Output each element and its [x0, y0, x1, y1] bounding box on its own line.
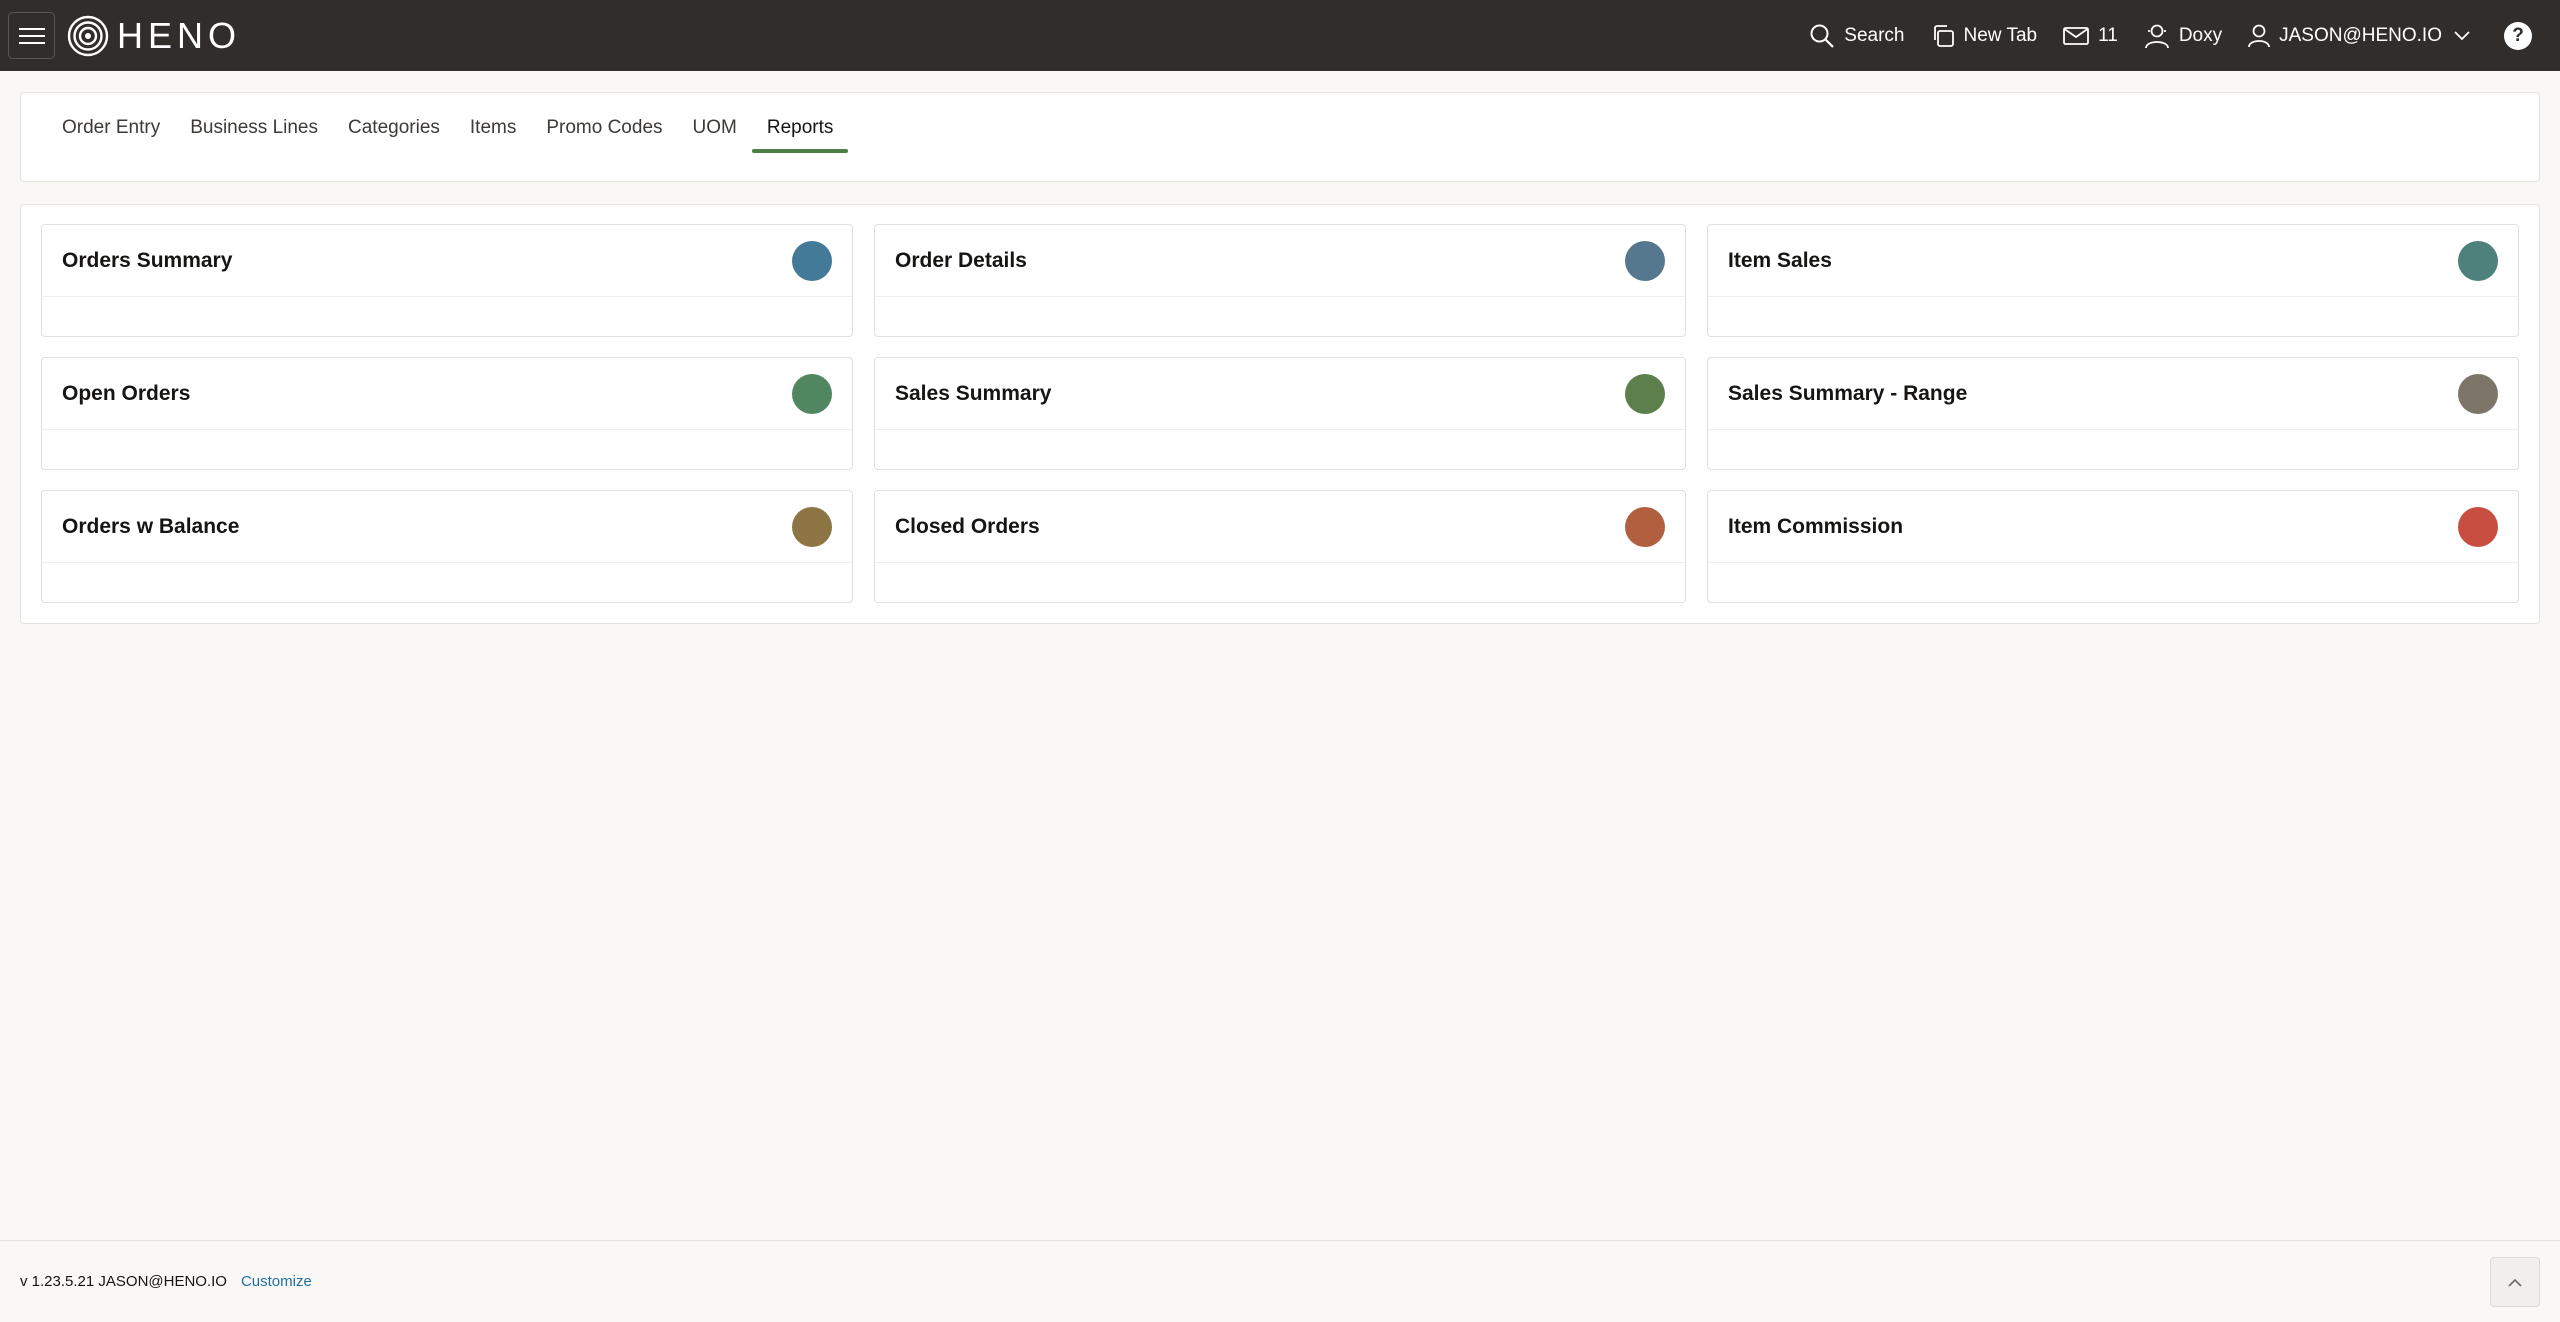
tab-categories[interactable]: Categories — [333, 93, 455, 163]
report-title: Order Details — [895, 248, 1027, 272]
mail-count: 11 — [2098, 24, 2118, 46]
doxy-button[interactable]: Doxy — [2144, 23, 2222, 49]
report-card-order-details[interactable]: Order Details — [874, 224, 1686, 337]
tab-bar: Order Entry Business Lines Categories It… — [20, 92, 2540, 182]
search-icon — [1810, 24, 1835, 48]
tab-uom[interactable]: UOM — [678, 93, 752, 163]
report-card-item-commission[interactable]: Item Commission — [1707, 490, 2519, 603]
search-label: Search — [1844, 24, 1905, 46]
report-card-orders-summary[interactable]: Orders Summary — [41, 224, 853, 337]
report-color-badge — [1625, 506, 1665, 547]
heno-logo-icon — [67, 15, 109, 56]
mail-icon — [2063, 26, 2089, 45]
report-card-sales-summary[interactable]: Sales Summary — [874, 357, 1686, 470]
report-card-open-orders[interactable]: Open Orders — [41, 357, 853, 470]
page-footer: v 1.23.5.21 JASON@HENO.IO Customize — [0, 1240, 2560, 1322]
user-menu-button[interactable]: JASON@HENO.IO — [2248, 24, 2470, 48]
logo-text: HENO — [117, 14, 242, 56]
report-card-item-sales[interactable]: Item Sales — [1707, 224, 2519, 337]
header-actions: Search New Tab 11 Doxy JASON@HENO.IO ? — [1783, 0, 2552, 71]
report-title: Orders w Balance — [62, 514, 240, 538]
report-title: Item Commission — [1728, 514, 1904, 538]
report-color-badge — [792, 240, 832, 281]
hamburger-icon — [18, 27, 45, 44]
doxy-label: Doxy — [2178, 24, 2223, 46]
report-card-sales-summary-range[interactable]: Sales Summary - Range — [1707, 357, 2519, 470]
help-icon[interactable]: ? — [2504, 21, 2532, 50]
report-title: Open Orders — [62, 381, 191, 405]
customize-link[interactable]: Customize — [241, 1273, 312, 1290]
top-header: HENO Search New Tab 11 Doxy JASON@HENO.I… — [0, 0, 2560, 71]
hamburger-menu-button[interactable] — [8, 12, 55, 59]
report-card-orders-w-balance[interactable]: Orders w Balance — [41, 490, 853, 603]
scroll-to-top-button[interactable] — [2490, 1257, 2540, 1307]
report-color-badge — [1625, 240, 1665, 281]
tab-order-entry[interactable]: Order Entry — [47, 93, 175, 163]
app-logo[interactable]: HENO — [67, 15, 241, 57]
report-color-badge — [2458, 240, 2498, 281]
notifications-button[interactable]: 11 — [2063, 25, 2118, 47]
chevron-down-icon — [2454, 30, 2470, 40]
report-title: Item Sales — [1728, 248, 1832, 272]
tab-items[interactable]: Items — [455, 93, 531, 163]
assistant-icon — [2144, 24, 2169, 48]
new-tab-icon — [1933, 24, 1954, 47]
version-text: v 1.23.5.21 JASON@HENO.IO — [20, 1273, 227, 1290]
report-color-badge — [2458, 373, 2498, 414]
user-icon — [2248, 24, 2271, 47]
report-title: Orders Summary — [62, 248, 233, 272]
report-color-badge — [792, 506, 832, 547]
tab-promo-codes[interactable]: Promo Codes — [531, 93, 677, 163]
reports-panel: Orders Summary Order Details Item Sales … — [20, 204, 2540, 624]
new-tab-label: New Tab — [1963, 24, 2038, 46]
tab-business-lines[interactable]: Business Lines — [175, 93, 333, 163]
report-title: Closed Orders — [895, 514, 1040, 538]
search-button[interactable]: Search — [1809, 23, 1905, 49]
tab-reports[interactable]: Reports — [751, 93, 849, 163]
report-card-closed-orders[interactable]: Closed Orders — [874, 490, 1686, 603]
report-color-badge — [2458, 506, 2498, 547]
report-title: Sales Summary — [895, 381, 1052, 405]
chevron-up-icon — [2508, 1278, 2522, 1287]
report-color-badge — [792, 373, 832, 414]
report-title: Sales Summary - Range — [1728, 381, 1968, 405]
new-tab-button[interactable]: New Tab — [1931, 24, 2038, 48]
report-color-badge — [1625, 373, 1665, 414]
user-label: JASON@HENO.IO — [2279, 24, 2442, 46]
